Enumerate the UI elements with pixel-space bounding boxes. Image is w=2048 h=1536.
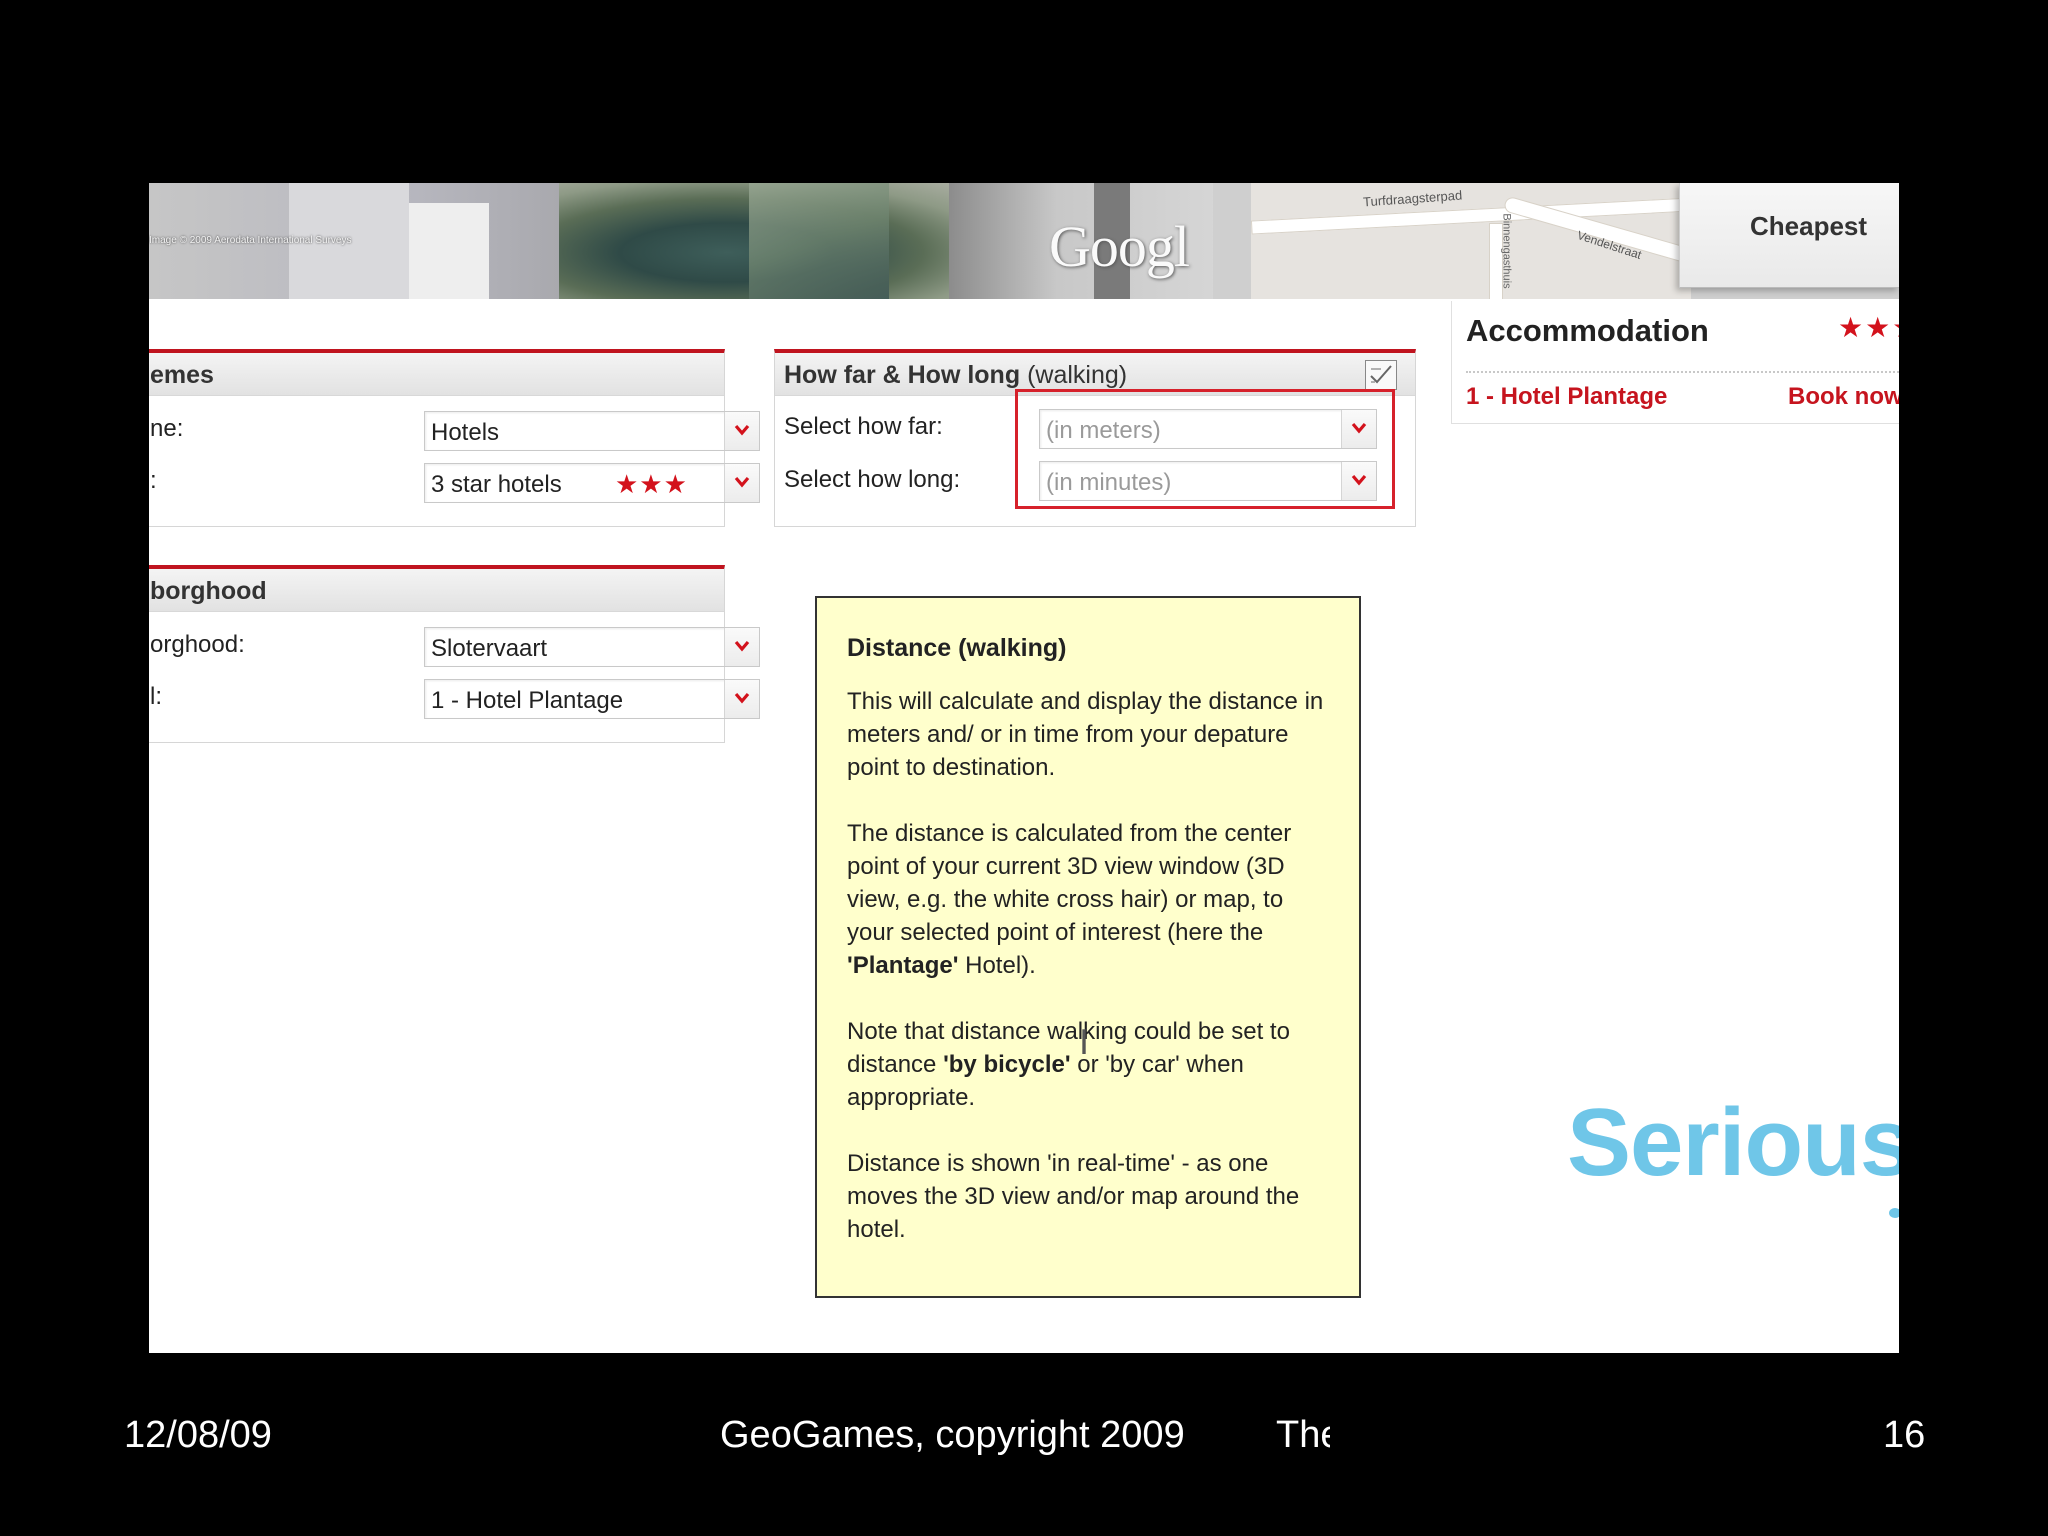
- how-long-placeholder: (in minutes): [1046, 469, 1172, 496]
- chevron-down-icon[interactable]: [1341, 462, 1376, 500]
- star-rating: ★★★: [615, 469, 688, 499]
- distance-title-mode: (walking): [1027, 361, 1128, 389]
- book-now-link[interactable]: Book now: [1788, 383, 1899, 411]
- themes-panel-title: emes: [150, 361, 214, 389]
- 3d-view[interactable]: Image © 2009 Aerodata International Surv…: [149, 183, 1213, 299]
- how-far-select[interactable]: (in meters): [1039, 409, 1377, 449]
- imagery-copyright: Image © 2009 Aerodata International Surv…: [149, 235, 352, 246]
- chevron-down-icon[interactable]: [724, 628, 759, 666]
- cheapest-tab-label: Cheapest: [1750, 211, 1868, 241]
- chevron-down-icon[interactable]: [724, 464, 759, 502]
- text-cursor-icon: I: [1079, 1023, 1090, 1063]
- street-label: Turfdraagsterpad: [1362, 187, 1463, 210]
- neighborhood-panel-header: borghood: [149, 569, 724, 612]
- neighborhood-panel: borghood orghood: Slotervaart l: 1 - Hot…: [149, 565, 760, 743]
- slide-copyright: GeoGames, copyright 2009: [720, 1414, 1185, 1456]
- tooltip-emphasis: 'Plantage': [847, 952, 959, 979]
- themes-panel-header: emes: [149, 353, 724, 396]
- hotel-label: l:: [150, 683, 162, 710]
- imagery-strip: Image © 2009 Aerodata International Surv…: [149, 183, 1899, 299]
- neighborhood-value: Slotervaart: [431, 635, 548, 662]
- star-rating: ★★★: [1838, 312, 1899, 343]
- slide-footer-truncated: The: [1276, 1414, 1330, 1456]
- accommodation-title: Accommodation: [1466, 313, 1709, 348]
- street-map[interactable]: Turfdraagsterpad Vendelstraat Binnengast…: [1251, 183, 1691, 299]
- google-logo: Googl: [1049, 214, 1190, 279]
- logo-mark: [1889, 1208, 1899, 1218]
- accommodation-panel: Accommodation ★★★ 1 - Hotel Plantage Boo…: [1451, 301, 1899, 424]
- cheapest-tab[interactable]: Cheapest: [1679, 183, 1899, 288]
- distance-panel-title: How far & How long (walking): [784, 361, 1127, 390]
- hotel-select[interactable]: 1 - Hotel Plantage: [424, 679, 760, 719]
- how-far-placeholder: (in meters): [1046, 417, 1161, 444]
- slide-page-number: 16: [1883, 1414, 1926, 1456]
- distance-panel: How far & How long (walking) Select how …: [774, 349, 1416, 527]
- select-how-far-label: Select how far:: [784, 413, 943, 440]
- slide-date: 12/08/09: [124, 1414, 272, 1456]
- tooltip-paragraph: The distance is calculated from the cent…: [847, 817, 1331, 982]
- hotel-value: 1 - Hotel Plantage: [431, 687, 624, 714]
- chevron-down-icon[interactable]: [724, 680, 759, 718]
- building-shape: [409, 203, 489, 299]
- how-long-select[interactable]: (in minutes): [1039, 461, 1377, 501]
- trees-area: [749, 183, 889, 299]
- chevron-down-icon[interactable]: [724, 412, 759, 450]
- neighborhood-panel-title: borghood: [150, 577, 267, 605]
- tooltip-text: Hotel).: [958, 952, 1036, 979]
- theme-type-value: Hotels: [431, 419, 500, 446]
- screenshot-frame: Image © 2009 Aerodata International Surv…: [149, 183, 1899, 1353]
- street-label: Binnengasthuis: [1500, 213, 1513, 289]
- neighborhood-label: orghood:: [150, 631, 245, 658]
- theme-class-select[interactable]: 3 star hotels ★★★: [424, 463, 760, 503]
- theme-type-select[interactable]: Hotels: [424, 411, 760, 451]
- chevron-down-icon[interactable]: [1341, 410, 1376, 448]
- theme-type-label: ne:: [150, 415, 184, 442]
- distance-title-main: How far & How long: [784, 361, 1021, 389]
- tooltip-paragraph: This will calculate and display the dist…: [847, 688, 1324, 781]
- theme-class-value: 3 star hotels: [431, 471, 562, 498]
- hotel-link[interactable]: 1 - Hotel Plantage: [1466, 383, 1667, 411]
- divider: [1466, 371, 1899, 373]
- tooltip-emphasis: 'by bicycle': [943, 1051, 1071, 1078]
- themes-panel: emes ne: Hotels : 3 star hotels ★★★: [149, 349, 760, 527]
- theme-class-label: :: [150, 467, 157, 494]
- serious-logo: Serious: [1567, 1089, 1899, 1196]
- neighborhood-select[interactable]: Slotervaart: [424, 627, 760, 667]
- select-how-long-label: Select how long:: [784, 466, 961, 493]
- tooltip-title: Distance (walking): [847, 634, 1067, 662]
- tooltip-paragraph: Distance is shown 'in real-time' - as on…: [847, 1150, 1300, 1243]
- distance-tooltip: Distance (walking) This will calculate a…: [815, 596, 1361, 1298]
- tooltip-text: The distance is calculated from the cent…: [847, 820, 1292, 946]
- checklist-icon[interactable]: [1365, 360, 1397, 390]
